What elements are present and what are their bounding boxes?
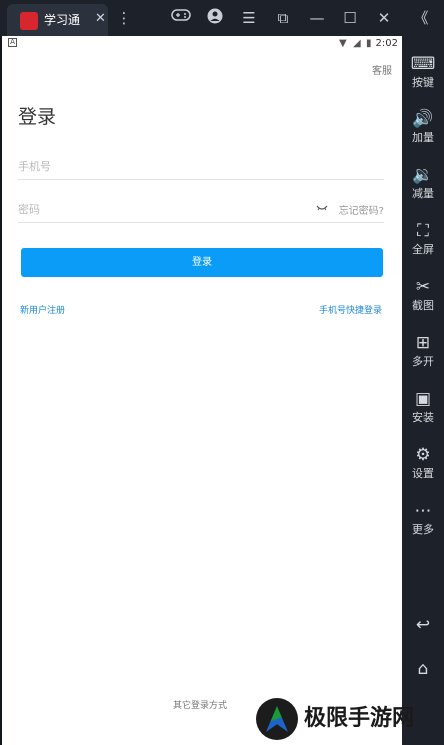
password-field: 忘记密码? xyxy=(18,193,384,223)
sidebar-item-label: 全屏 xyxy=(412,243,434,256)
sidebar-item-settings[interactable]: ⚙ 设置 xyxy=(402,443,444,481)
close-icon[interactable]: ✕ xyxy=(373,8,395,28)
watermark-logo-icon xyxy=(256,698,298,740)
hamburger-menu-icon[interactable]: ☰ xyxy=(238,8,260,28)
home-icon: ⌂ xyxy=(417,659,429,679)
watermark: 极限手游网 xyxy=(256,697,444,745)
app-tab[interactable]: 学习通 ✕ xyxy=(7,4,108,36)
tab-close-icon[interactable]: ✕ xyxy=(95,11,106,27)
apk-icon: ▣ xyxy=(414,389,432,409)
password-input[interactable] xyxy=(18,199,318,219)
gamepad-icon[interactable] xyxy=(170,8,192,28)
sidebar-item-label: 设置 xyxy=(412,467,434,480)
status-time: 2:02 xyxy=(375,38,398,49)
emulator-titlebar: 学习通 ✕ ⋮ ☰ ⧉ — ☐ ✕ 《 xyxy=(0,0,444,36)
sidebar-item-fullscreen[interactable]: ⛶ 全屏 xyxy=(402,219,444,257)
collapse-sidebar-icon[interactable]: 《 xyxy=(410,8,432,28)
other-login-methods[interactable]: 其它登录方式 xyxy=(173,698,227,711)
phone-input[interactable] xyxy=(18,156,318,176)
fullscreen-icon: ⛶ xyxy=(417,221,429,241)
phone-field xyxy=(18,150,384,180)
login-button[interactable]: 登录 xyxy=(21,248,383,277)
sidebar-item-multi-instance[interactable]: ⊞ 多开 xyxy=(402,331,444,369)
sidebar-item-label: 截图 xyxy=(412,299,434,312)
sidebar-item-label: 减量 xyxy=(412,187,434,200)
sidebar-item-label: 按键 xyxy=(412,76,434,89)
sidebar-item-label: 更多 xyxy=(412,523,434,536)
show-password-icon[interactable] xyxy=(316,199,328,219)
account-icon[interactable] xyxy=(204,8,226,29)
nav-back-button[interactable]: ↩ xyxy=(402,613,444,637)
xuexitong-logo-icon xyxy=(20,12,38,30)
notification-icon: A xyxy=(8,38,17,47)
forgot-password-link[interactable]: 忘记密码? xyxy=(339,202,384,217)
customer-service-link[interactable]: 客服 xyxy=(372,62,392,77)
volume-down-icon: 🔉 xyxy=(412,165,434,185)
battery-icon: ▮ xyxy=(366,38,372,49)
more-icon: ⋯ xyxy=(414,501,432,521)
maximize-icon[interactable]: ☐ xyxy=(339,8,361,28)
sidebar-item-more[interactable]: ⋯ 更多 xyxy=(402,499,444,537)
sidebar-item-screenshot[interactable]: ✂ 截图 xyxy=(402,275,444,313)
wifi-icon: ▼ xyxy=(339,38,347,49)
multi-instance-icon: ⊞ xyxy=(415,333,431,353)
page-title: 登录 xyxy=(18,106,57,128)
status-bar: A ▼ ◢ ▮ 2:02 xyxy=(2,36,402,52)
sidebar-item-keyboard[interactable]: ⌨ 按键 xyxy=(402,52,444,90)
signal-icon: ◢ xyxy=(353,38,361,49)
phone-screen: A ▼ ◢ ▮ 2:02 客服 登录 忘记密码? 登录 新用户注册 手机号快捷登… xyxy=(2,36,402,745)
screen-record-icon[interactable]: ⧉ xyxy=(272,8,294,28)
sidebar-item-label: 加量 xyxy=(412,131,434,144)
register-link[interactable]: 新用户注册 xyxy=(20,303,65,316)
tab-title: 学习通 xyxy=(44,13,81,27)
sidebar-item-label: 多开 xyxy=(412,355,434,368)
nav-home-button[interactable]: ⌂ xyxy=(402,657,444,681)
tab-menu-icon[interactable]: ⋮ xyxy=(113,8,135,28)
watermark-text: 极限手游网 xyxy=(304,706,415,731)
back-icon: ↩ xyxy=(415,615,431,635)
emulator-sidebar: ⌨ 按键 🔊 加量 🔉 减量 ⛶ 全屏 ✂ 截图 ⊞ 多开 ▣ 安装 ⚙ 设置 … xyxy=(402,36,444,745)
sidebar-item-install-apk[interactable]: ▣ 安装 xyxy=(402,387,444,425)
minimize-icon[interactable]: — xyxy=(306,8,328,28)
gear-icon: ⚙ xyxy=(415,445,431,465)
emulator-window: 学习通 ✕ ⋮ ☰ ⧉ — ☐ ✕ 《 A ▼ ◢ ▮ 2:02 客服 登录 手… xyxy=(0,0,444,745)
sidebar-item-label: 安装 xyxy=(412,411,434,424)
sidebar-item-volume-up[interactable]: 🔊 加量 xyxy=(402,107,444,145)
keyboard-icon: ⌨ xyxy=(410,54,436,74)
sidebar-item-volume-down[interactable]: 🔉 减量 xyxy=(402,163,444,201)
volume-up-icon: 🔊 xyxy=(412,109,434,129)
quick-login-link[interactable]: 手机号快捷登录 xyxy=(319,303,382,316)
scissors-icon: ✂ xyxy=(415,277,431,297)
